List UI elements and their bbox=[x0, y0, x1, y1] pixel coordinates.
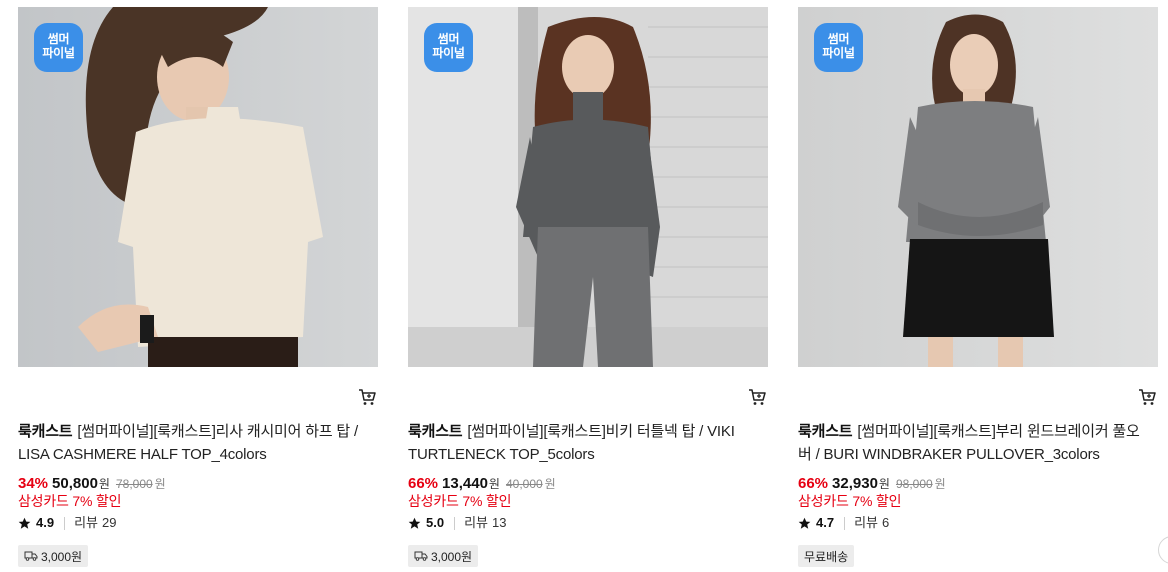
review-count: 13 bbox=[492, 515, 507, 530]
product-title[interactable]: 룩캐스트 [썸머파이널][룩캐스트]비키 터틀넥 탑 / VIKI TURTLEN… bbox=[408, 420, 758, 466]
divider bbox=[844, 516, 846, 530]
rating-row: 5.0 리뷰 13 bbox=[408, 514, 506, 532]
badge-line-1: 썸머 bbox=[827, 32, 850, 46]
shipping-badge: 무료배송 bbox=[798, 545, 855, 567]
product-card[interactable]: 썸머 파이널 룩캐스트 [썸머파이널][룩캐스트]리사 캐시미어 하프 탑 / L… bbox=[18, 7, 378, 567]
truck-icon bbox=[414, 551, 428, 561]
badge-line-1: 썸머 bbox=[47, 32, 70, 46]
product-image[interactable]: 썸머 파이널 bbox=[798, 7, 1158, 367]
discount-percent: 66% bbox=[798, 475, 829, 492]
original-price-unit: 원 bbox=[154, 477, 166, 491]
summer-final-badge: 썸머 파이널 bbox=[814, 23, 863, 72]
card-discount-text: 삼성카드 7% 할인 bbox=[408, 493, 512, 509]
product-image[interactable]: 썸머 파이널 bbox=[18, 7, 378, 367]
price-unit: 원 bbox=[488, 477, 500, 491]
discount-percent: 66% bbox=[408, 475, 439, 492]
summer-final-badge: 썸머 파이널 bbox=[34, 23, 83, 72]
rating-score: 4.7 bbox=[816, 515, 835, 530]
star-icon bbox=[408, 517, 421, 529]
shipping-fee: 무료배송 bbox=[804, 549, 849, 564]
original-price-unit: 원 bbox=[544, 477, 556, 491]
badge-line-2: 파이널 bbox=[432, 46, 465, 60]
rating-score: 4.9 bbox=[36, 515, 55, 530]
product-card[interactable]: 썸머 파이널 룩캐스트 [썸머파이널][룩캐스트]부리 윈드브레이커 풀오버 / … bbox=[798, 7, 1158, 567]
shipping-badge: 3,000원 bbox=[408, 545, 479, 567]
review-label: 리뷰 bbox=[464, 515, 488, 530]
original-price: 78,000 bbox=[115, 477, 153, 491]
cart-icon[interactable] bbox=[1138, 388, 1156, 406]
original-price: 98,000 bbox=[895, 477, 933, 491]
sale-price: 13,440 bbox=[442, 475, 488, 492]
brand-name: 룩캐스트 bbox=[798, 423, 853, 440]
sale-price: 32,930 bbox=[832, 475, 878, 492]
cart-icon[interactable] bbox=[358, 388, 376, 406]
price-unit: 원 bbox=[878, 477, 890, 491]
card-discount-text: 삼성카드 7% 할인 bbox=[798, 493, 902, 509]
product-image[interactable]: 썸머 파이널 bbox=[408, 7, 768, 367]
star-icon bbox=[18, 517, 31, 529]
review-count: 6 bbox=[882, 515, 890, 530]
product-title[interactable]: 룩캐스트 [썸머파이널][룩캐스트]리사 캐시미어 하프 탑 / LISA CAS… bbox=[18, 420, 368, 466]
sale-price: 50,800 bbox=[52, 475, 98, 492]
review-label: 리뷰 bbox=[854, 515, 878, 530]
review-count: 29 bbox=[102, 515, 117, 530]
brand-name: 룩캐스트 bbox=[408, 423, 463, 440]
review-label: 리뷰 bbox=[74, 515, 98, 530]
summer-final-badge: 썸머 파이널 bbox=[424, 23, 473, 72]
discount-percent: 34% bbox=[18, 475, 49, 492]
rating-row: 4.9 리뷰 29 bbox=[18, 514, 116, 532]
divider bbox=[64, 516, 66, 530]
badge-line-1: 썸머 bbox=[437, 32, 460, 46]
cart-icon[interactable] bbox=[748, 388, 766, 406]
badge-line-2: 파이널 bbox=[822, 46, 855, 60]
product-title[interactable]: 룩캐스트 [썸머파이널][룩캐스트]부리 윈드브레이커 풀오버 / BURI WI… bbox=[798, 420, 1148, 466]
scroll-top-button[interactable] bbox=[1158, 536, 1168, 564]
shipping-badge: 3,000원 bbox=[18, 545, 89, 567]
original-price: 40,000 bbox=[505, 477, 543, 491]
shipping-fee: 3,000원 bbox=[431, 549, 473, 564]
truck-icon bbox=[24, 551, 38, 561]
divider bbox=[454, 516, 456, 530]
price-unit: 원 bbox=[98, 477, 110, 491]
brand-name: 룩캐스트 bbox=[18, 423, 73, 440]
shipping-fee: 3,000원 bbox=[41, 549, 83, 564]
card-discount-text: 삼성카드 7% 할인 bbox=[18, 493, 122, 509]
original-price-unit: 원 bbox=[934, 477, 946, 491]
product-card[interactable]: 썸머 파이널 룩캐스트 [썸머파이널][룩캐스트]비키 터틀넥 탑 / VIKI … bbox=[408, 7, 768, 567]
badge-line-2: 파이널 bbox=[42, 46, 75, 60]
rating-score: 5.0 bbox=[426, 515, 445, 530]
star-icon bbox=[798, 517, 811, 529]
rating-row: 4.7 리뷰 6 bbox=[798, 514, 889, 532]
